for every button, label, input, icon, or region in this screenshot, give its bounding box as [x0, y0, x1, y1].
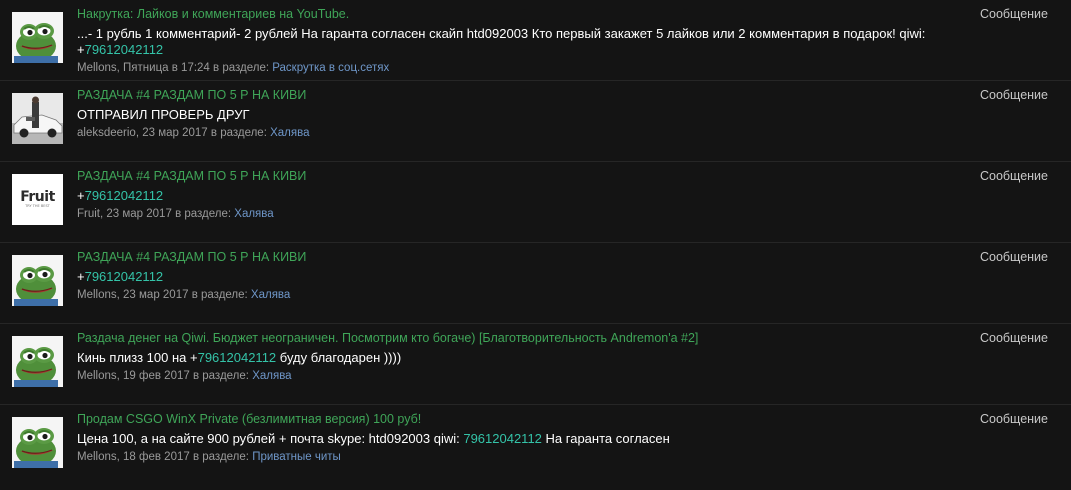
post-date: 19 фев 2017 — [123, 370, 190, 382]
search-result-item: РАЗДАЧА #4 РАЗДАМ ПО 5 Р НА КИВИ +7961204… — [0, 243, 1071, 324]
result-meta: Mellons, 23 мар 2017 в разделе: Халява — [77, 289, 291, 301]
highlighted-search-term: 79612042112 — [463, 431, 542, 446]
section-prefix: в разделе: — [192, 451, 249, 463]
user-avatar[interactable] — [12, 93, 63, 144]
section-link[interactable]: Приватные читы — [252, 451, 341, 463]
result-content: РАЗДАЧА #4 РАЗДАМ ПО 5 Р НА КИВИ +7961204… — [77, 249, 961, 302]
result-title-link[interactable]: Раздача денег на Qiwi. Бюджет неограниче… — [77, 330, 961, 346]
snippet-text: ...- 1 рубль 1 комментарий- 2 рублей На … — [77, 26, 926, 57]
search-result-item: Продам CSGO WinX Private (безлимитная ве… — [0, 405, 1071, 486]
post-date: 23 мар 2017 — [106, 208, 172, 220]
section-link[interactable]: Халява — [251, 289, 290, 301]
search-result-item: Накрутка: Лайков и комментариев на YouTu… — [0, 0, 1071, 81]
result-meta: aleksdeerio, 23 мар 2017 в разделе: Халя… — [77, 127, 310, 139]
author-link[interactable]: Mellons — [77, 62, 117, 74]
section-link[interactable]: Раскрутка в соц.сетях — [272, 62, 389, 74]
result-type-label: Сообщение — [979, 7, 1048, 21]
snippet-text: буду благодарен )))) — [276, 350, 402, 365]
user-avatar[interactable]: Fruit TRY THE BEST — [12, 174, 63, 225]
search-results-list: Накрутка: Лайков и комментариев на YouTu… — [0, 0, 1071, 486]
user-avatar[interactable] — [12, 417, 63, 468]
post-date: Пятница в 17:24 — [123, 62, 210, 74]
author-link[interactable]: Mellons — [77, 289, 117, 301]
user-avatar[interactable] — [12, 336, 63, 387]
author-link[interactable]: Fruit — [77, 208, 100, 220]
highlighted-search-term: 79612042112 — [84, 188, 164, 203]
result-content: РАЗДАЧА #4 РАЗДАМ ПО 5 Р НА КИВИ ОТПРАВИЛ… — [77, 87, 961, 140]
author-link[interactable]: aleksdeerio — [77, 127, 136, 139]
result-type-label: Сообщение — [979, 412, 1048, 426]
result-snippet: ОТПРАВИЛ ПРОВЕРЬ ДРУГ — [77, 107, 961, 123]
result-type-label: Сообщение — [979, 250, 1048, 264]
snippet-text: На гаранта согласен — [541, 431, 670, 446]
result-meta: Mellons, Пятница в 17:24 в разделе: Раск… — [77, 62, 390, 74]
result-content: Продам CSGO WinX Private (безлимитная ве… — [77, 411, 961, 464]
result-snippet: Цена 100, а на сайте 900 рублей + почта … — [77, 431, 961, 447]
highlighted-search-term: 79612042112 — [197, 350, 277, 365]
search-result-item: Раздача денег на Qiwi. Бюджет неограниче… — [0, 324, 1071, 405]
result-snippet: +79612042112 — [77, 269, 961, 285]
fruit-logo-subtext: TRY THE BEST — [25, 204, 50, 208]
section-prefix: в разделе: — [210, 127, 267, 139]
snippet-text: ОТПРАВИЛ ПРОВЕРЬ ДРУГ — [77, 107, 250, 122]
section-prefix: в разделе: — [213, 62, 270, 74]
result-title-link[interactable]: РАЗДАЧА #4 РАЗДАМ ПО 5 Р НА КИВИ — [77, 249, 961, 265]
result-type-label: Сообщение — [979, 88, 1048, 102]
result-content: РАЗДАЧА #4 РАЗДАМ ПО 5 Р НА КИВИ +7961204… — [77, 168, 961, 221]
result-title-link[interactable]: Накрутка: Лайков и комментариев на YouTu… — [77, 6, 961, 22]
user-avatar[interactable] — [12, 255, 63, 306]
search-result-item: Fruit TRY THE BEST РАЗДАЧА #4 РАЗДАМ ПО 5 … — [0, 162, 1071, 243]
result-snippet: +79612042112 — [77, 188, 961, 204]
section-link[interactable]: Халява — [234, 208, 273, 220]
result-meta: Fruit, 23 мар 2017 в разделе: Халява — [77, 208, 274, 220]
fruit-logo-text: Fruit — [20, 189, 55, 205]
result-title-link[interactable]: РАЗДАЧА #4 РАЗДАМ ПО 5 Р НА КИВИ — [77, 168, 961, 184]
section-prefix: в разделе: — [192, 370, 249, 382]
snippet-text: + — [77, 188, 85, 203]
frog-avatar-icon — [12, 417, 63, 468]
search-result-item: РАЗДАЧА #4 РАЗДАМ ПО 5 Р НА КИВИ ОТПРАВИЛ… — [0, 81, 1071, 162]
post-date: 18 фев 2017 — [123, 451, 190, 463]
section-link[interactable]: Халява — [270, 127, 309, 139]
user-avatar[interactable] — [12, 12, 63, 63]
frog-avatar-icon — [12, 336, 63, 387]
result-meta: Mellons, 19 фев 2017 в разделе: Халява — [77, 370, 292, 382]
snippet-text: Кинь плизз 100 на + — [77, 350, 198, 365]
result-type-label: Сообщение — [979, 331, 1048, 345]
result-meta: Mellons, 18 фев 2017 в разделе: Приватны… — [77, 451, 341, 463]
result-content: Раздача денег на Qiwi. Бюджет неограниче… — [77, 330, 961, 383]
section-prefix: в разделе: — [191, 289, 248, 301]
result-title-link[interactable]: Продам CSGO WinX Private (безлимитная ве… — [77, 411, 961, 427]
post-date: 23 мар 2017 — [123, 289, 189, 301]
car-photo-icon — [12, 93, 63, 144]
snippet-text: Цена 100, а на сайте 900 рублей + почта … — [77, 431, 464, 446]
post-date: 23 мар 2017 — [142, 127, 208, 139]
result-title-link[interactable]: РАЗДАЧА #4 РАЗДАМ ПО 5 Р НА КИВИ — [77, 87, 961, 103]
highlighted-search-term: 79612042112 — [84, 269, 164, 284]
section-prefix: в разделе: — [175, 208, 232, 220]
result-snippet: Кинь плизз 100 на +79612042112 буду благ… — [77, 350, 961, 366]
result-type-label: Сообщение — [979, 169, 1048, 183]
result-snippet: ...- 1 рубль 1 комментарий- 2 рублей На … — [77, 26, 961, 58]
result-content: Накрутка: Лайков и комментариев на YouTu… — [77, 6, 961, 75]
author-link[interactable]: Mellons — [77, 370, 117, 382]
author-link[interactable]: Mellons — [77, 451, 117, 463]
section-link[interactable]: Халява — [252, 370, 291, 382]
frog-avatar-icon — [12, 255, 63, 306]
highlighted-search-term: 79612042112 — [84, 42, 164, 57]
snippet-text: + — [77, 269, 85, 284]
frog-avatar-icon — [12, 12, 63, 63]
